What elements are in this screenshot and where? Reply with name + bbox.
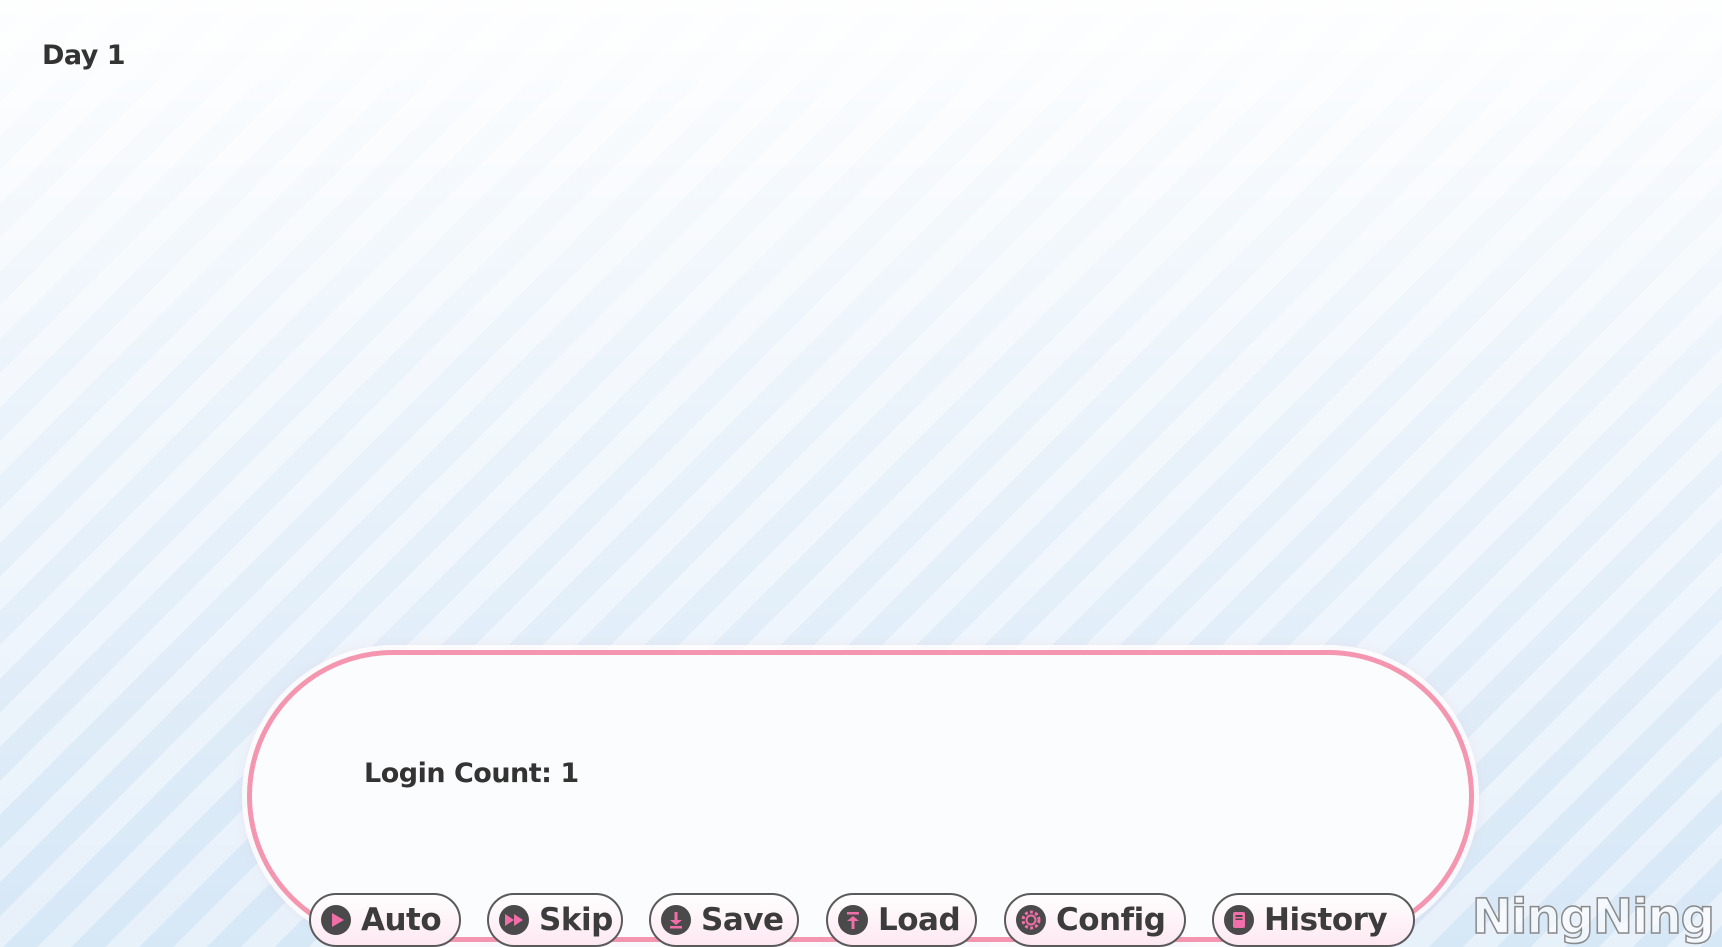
watermark-logo: NingNing: [1471, 888, 1716, 946]
history-button-label: History: [1264, 902, 1388, 938]
history-button[interactable]: History: [1212, 893, 1415, 947]
config-button[interactable]: Config: [1004, 893, 1186, 947]
fast-forward-icon: [499, 905, 529, 935]
load-button-label: Load: [878, 902, 961, 938]
dialogue-text: Login Count: 1: [364, 758, 579, 789]
save-button[interactable]: Save: [649, 893, 799, 947]
gear-icon: [1016, 905, 1046, 935]
auto-button[interactable]: Auto: [309, 893, 461, 947]
download-icon: [661, 905, 691, 935]
config-button-label: Config: [1056, 902, 1166, 938]
auto-button-label: Auto: [361, 902, 442, 938]
save-button-label: Save: [701, 902, 784, 938]
day-indicator: Day 1: [42, 40, 126, 71]
upload-icon: [838, 905, 868, 935]
skip-button[interactable]: Skip: [487, 893, 623, 947]
skip-button-label: Skip: [539, 902, 613, 938]
load-button[interactable]: Load: [826, 893, 977, 947]
book-icon: [1224, 905, 1254, 935]
play-icon: [321, 905, 351, 935]
